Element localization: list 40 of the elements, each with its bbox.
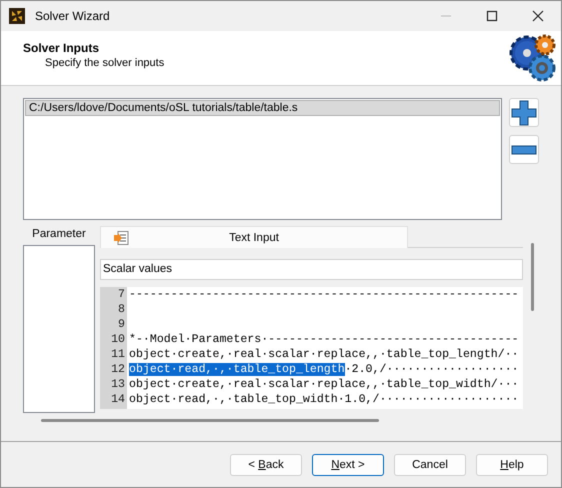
remove-button[interactable] bbox=[509, 135, 539, 164]
scrollbar-thumb[interactable] bbox=[41, 419, 379, 422]
line-number: 12 bbox=[110, 362, 126, 377]
minus-icon bbox=[511, 144, 537, 154]
code-editor[interactable] bbox=[100, 287, 523, 409]
file-list[interactable]: C:/Users/ldove/Documents/oSL tutorials/table/table.s bbox=[23, 98, 502, 220]
dialog-button[interactable]: Help bbox=[476, 454, 548, 476]
line-number: 14 bbox=[110, 392, 126, 407]
parameter-label: Parameter bbox=[31, 227, 87, 242]
page-subtitle: Specify the solver inputs bbox=[44, 57, 166, 69]
line-number: 11 bbox=[110, 347, 126, 362]
section-dropdown[interactable]: Scalar values bbox=[100, 259, 523, 280]
line-number: 7 bbox=[117, 287, 126, 302]
line-number: 8 bbox=[117, 302, 126, 317]
code-text: object·read,·,·table_top_width·1.0,/···················· bbox=[129, 393, 519, 406]
plus-icon bbox=[511, 100, 537, 126]
gears-icon bbox=[507, 33, 557, 83]
scrollbar-thumb[interactable] bbox=[531, 243, 534, 311]
code-text: ·2.0,/··················· bbox=[344, 363, 519, 376]
code-text: object·create,·real·scalar·replace,,·table_top_length/·· bbox=[129, 348, 519, 361]
dialog-button[interactable]: < Back bbox=[230, 454, 302, 476]
parameter-list[interactable] bbox=[23, 245, 95, 413]
window-title: Solver Wizard bbox=[35, 9, 110, 23]
line-number: 10 bbox=[110, 332, 126, 347]
app-icon bbox=[9, 8, 25, 24]
add-button[interactable] bbox=[509, 98, 539, 127]
code-text: -------------------------------------------------------- bbox=[129, 288, 519, 301]
dialog-button[interactable]: Next > bbox=[312, 454, 384, 476]
line-number: 13 bbox=[110, 377, 126, 392]
maximize-icon[interactable] bbox=[486, 10, 498, 22]
code-text: *-·Model·Parameters·------------------------------------ bbox=[129, 333, 519, 346]
file-item[interactable]: C:/Users/ldove/Documents/oSL tutorials/table/table.s bbox=[25, 100, 500, 116]
close-icon[interactable] bbox=[532, 10, 544, 22]
dialog-button[interactable]: Cancel bbox=[394, 454, 466, 476]
import-icon bbox=[113, 230, 129, 246]
line-number: 9 bbox=[117, 317, 126, 332]
page-title: Solver Inputs bbox=[23, 41, 100, 55]
tab[interactable]: Text Input bbox=[100, 226, 408, 248]
code-text: object·create,·real·scalar·replace,,·table_top_width/··· bbox=[129, 378, 519, 391]
selected-code-text: object·read,·,·table_top_length bbox=[129, 363, 345, 376]
